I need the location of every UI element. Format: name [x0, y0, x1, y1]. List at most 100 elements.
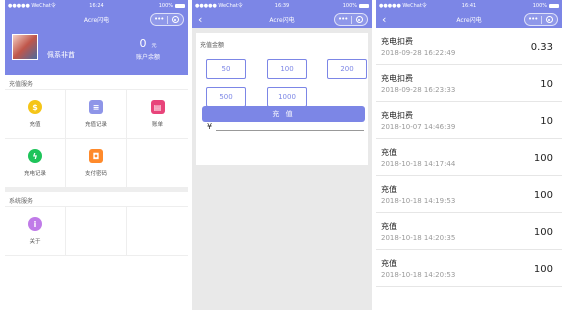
record-title: 充值	[381, 148, 397, 157]
record-date: 2018-10-18 14:17:44	[381, 160, 456, 168]
amount-option-1000[interactable]: 1000	[267, 87, 307, 107]
list-item[interactable]: 充值 2018-10-18 14:17:44 100	[376, 139, 562, 176]
screens-container: ●●●●● WeChat令 16:24 100% Acre闪电 ••• 佩系非酋…	[0, 0, 578, 310]
record-date: 2018-10-18 14:20:53	[381, 271, 456, 279]
home-screen: ●●●●● WeChat令 16:24 100% Acre闪电 ••• 佩系非酋…	[5, 0, 188, 310]
profile-header: 佩系非酋 0 元 账户余额	[5, 28, 188, 75]
record-amount: 0.33	[530, 42, 553, 53]
bill-icon: ▤	[150, 100, 165, 114]
record-icon: ≡	[89, 100, 103, 114]
list-item[interactable]: 充值 2018-10-18 14:19:53 100	[376, 176, 562, 213]
recharge-screen: ●●●●● WeChat令 16:39 100% ‹ Acre闪电 ••• 充值…	[192, 0, 372, 310]
lightning-icon: ϟ	[28, 149, 42, 163]
status-bar: ●●●●● WeChat令 16:39 100%	[192, 0, 372, 11]
grid-item-pay-password[interactable]: ◘ 支付密码	[66, 139, 127, 188]
record-date: 2018-09-28 16:22:49	[381, 49, 456, 57]
carrier: ●●●●● WeChat令	[8, 3, 56, 9]
system-section-title: 系统服务	[5, 192, 188, 207]
record-amount: 10	[540, 79, 553, 90]
list-item[interactable]: 充电扣费 2018-09-28 16:23:33 10	[376, 65, 562, 102]
grid-item-label: 充值	[29, 122, 41, 128]
record-title: 充值	[381, 222, 397, 231]
record-title: 充电扣费	[381, 74, 413, 83]
balance-unit: 元	[151, 43, 157, 49]
back-icon[interactable]: ‹	[198, 13, 202, 26]
app-title: Acre闪电	[269, 17, 295, 24]
avatar	[12, 34, 38, 60]
recharge-section-title: 充值服务	[5, 75, 188, 90]
money-bag-icon: $	[28, 100, 42, 114]
balance-label: 账户余额	[135, 54, 160, 61]
status-bar: ●●●●● WeChat令 16:24 100%	[5, 0, 188, 11]
record-amount: 100	[533, 264, 553, 275]
amount-title: 充值金额	[200, 42, 225, 49]
carrier: ●●●●● WeChat令	[195, 3, 243, 9]
record-amount: 100	[533, 227, 553, 238]
grid-item-label: 支付密码	[84, 171, 107, 177]
list-item[interactable]: 充值 2018-10-18 14:20:35 100	[376, 213, 562, 250]
record-amount: 100	[533, 153, 553, 164]
record-title: 充电扣费	[381, 37, 413, 46]
battery-percent: 100%	[342, 2, 357, 9]
record-amount: 10	[540, 116, 553, 127]
nav-bar: ‹ Acre闪电 •••	[192, 11, 372, 28]
grid-item-label: 关于	[29, 239, 41, 245]
close-mini-program-icon[interactable]	[542, 16, 558, 23]
app-title: Acre闪电	[456, 17, 482, 24]
amount-option-200[interactable]: 200	[327, 59, 367, 79]
currency-symbol: ¥	[207, 122, 213, 131]
grid-item-about[interactable]: i 关于	[5, 207, 66, 256]
battery-icon	[359, 3, 369, 8]
menu-capsule[interactable]: •••	[334, 13, 368, 26]
grid-empty-cell	[127, 139, 188, 188]
system-grid: i 关于	[5, 207, 188, 256]
record-amount: 100	[533, 190, 553, 201]
username: 佩系非酋	[47, 51, 75, 59]
close-mini-program-icon[interactable]	[168, 16, 184, 23]
menu-capsule[interactable]: •••	[150, 13, 184, 26]
close-mini-program-icon[interactable]	[352, 16, 368, 23]
more-icon[interactable]: •••	[335, 14, 351, 25]
menu-capsule[interactable]: •••	[524, 13, 558, 26]
amount-input[interactable]	[216, 130, 364, 131]
battery-percent: 100%	[158, 2, 173, 9]
battery-group: 100%	[159, 3, 185, 9]
info-icon: i	[28, 217, 42, 231]
battery-icon	[175, 3, 185, 8]
grid-item-label: 充电记录	[23, 171, 46, 177]
grid-item-recharge-records[interactable]: ≡ 充值记录	[66, 90, 127, 139]
grid-item-recharge[interactable]: $ 充值	[5, 90, 66, 139]
carrier: ●●●●● WeChat令	[379, 3, 427, 9]
battery-group: 100%	[343, 3, 369, 9]
recharge-grid: $ 充值 ≡ 充值记录 ▤ 账单 ϟ 充电记录 ◘ 支付密码	[5, 90, 188, 188]
grid-item-charge-records[interactable]: ϟ 充电记录	[5, 139, 66, 188]
recharge-card: 充值金额 50 100 200 500 1000 ¥	[196, 33, 368, 165]
battery-group: 100%	[533, 3, 559, 9]
balance-block: 0 元 账户余额	[123, 32, 173, 61]
record-date: 2018-10-07 14:46:39	[381, 123, 456, 131]
list-item[interactable]: 充电扣费 2018-09-28 16:22:49 0.33	[376, 28, 562, 65]
nav-bar: Acre闪电 •••	[5, 11, 188, 28]
amount-option-50[interactable]: 50	[206, 59, 246, 79]
balance-value: 0	[139, 37, 147, 50]
battery-percent: 100%	[532, 2, 547, 9]
record-title: 充值	[381, 259, 397, 268]
records-list: 充电扣费 2018-09-28 16:22:49 0.33 充电扣费 2018-…	[376, 28, 562, 287]
grid-item-bill[interactable]: ▤ 账单	[127, 90, 188, 139]
grid-item-label: 账单	[151, 122, 163, 128]
status-bar: ●●●●● WeChat令 16:41 100%	[376, 0, 562, 11]
record-title: 充电扣费	[381, 111, 413, 120]
app-title: Acre闪电	[83, 17, 110, 24]
more-icon[interactable]: •••	[525, 14, 541, 25]
grid-item-label: 充值记录	[84, 122, 107, 128]
back-icon[interactable]: ‹	[382, 13, 386, 26]
records-screen: ●●●●● WeChat令 16:41 100% ‹ Acre闪电 ••• 充电…	[376, 0, 562, 310]
amount-option-500[interactable]: 500	[206, 87, 246, 107]
list-item[interactable]: 充值 2018-10-18 14:20:53 100	[376, 250, 562, 287]
record-date: 2018-09-28 16:23:33	[381, 86, 456, 94]
amount-option-100[interactable]: 100	[267, 59, 307, 79]
recharge-button[interactable]: 充 值	[202, 106, 365, 122]
list-item[interactable]: 充电扣费 2018-10-07 14:46:39 10	[376, 102, 562, 139]
record-title: 充值	[381, 185, 397, 194]
more-icon[interactable]: •••	[151, 14, 167, 25]
